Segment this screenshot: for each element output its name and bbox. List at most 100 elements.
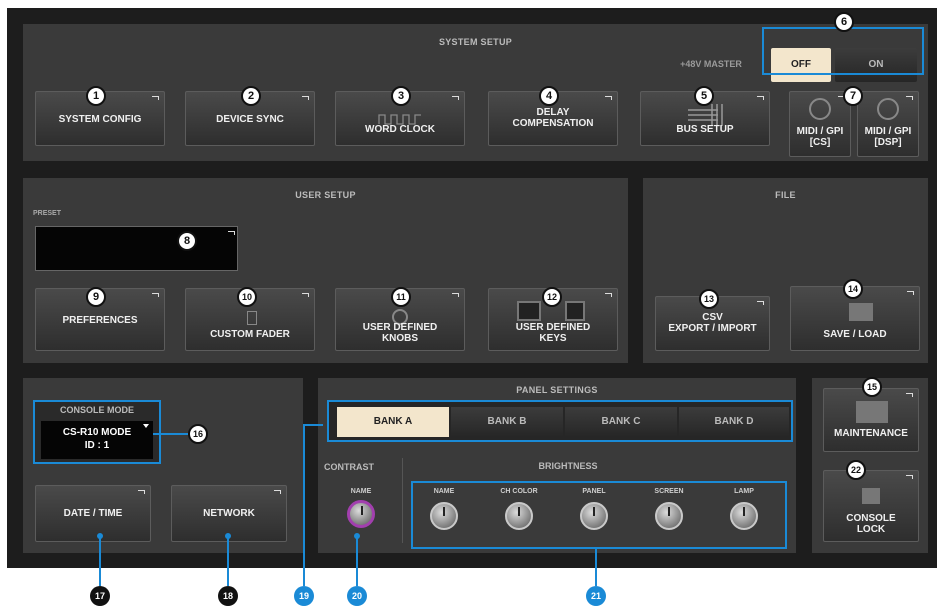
corner-icon [302,96,309,100]
brightness-knob-label: SCREEN [654,488,684,495]
brightness-panel-knob[interactable] [580,502,608,530]
bank-a-button[interactable]: BANK A [337,407,449,437]
brightness-knob-label: NAME [433,488,455,495]
brightness-knob-label: CH COLOR [500,488,538,495]
button-label: CSV EXPORT / IMPORT [668,312,757,334]
fader-icon [247,311,257,325]
preset-field[interactable] [35,226,238,271]
callout-19: 19 [294,586,314,606]
preset-label: PRESET [33,210,62,217]
corner-icon [302,293,309,297]
brightness-label: BRIGHTNESS [538,461,598,471]
button-label: DEVICE SYNC [216,114,284,125]
brightness-knob-label: PANEL [582,488,606,495]
folder-icon [856,401,888,423]
callout-17: 17 [90,586,110,606]
corner-icon [138,490,145,494]
callout-5: 5 [694,86,714,106]
phantom-master-label: +48V MASTER [680,59,742,69]
leader-line-17 [99,536,101,586]
corner-icon [906,475,913,479]
preset-corner-icon [228,231,235,235]
midi-port-icon [809,98,831,120]
callout-7: 7 [843,86,863,106]
brightness-screen-knob[interactable] [655,502,683,530]
button-label: USER DEFINED KEYS [515,322,591,344]
button-label: USER DEFINED KNOBS [362,322,438,344]
corner-icon [906,393,913,397]
brightness-knob-label: LAMP [734,488,754,495]
corner-icon [757,301,764,305]
button-label: PREFERENCES [62,315,138,326]
callout-13: 13 [699,289,719,309]
button-label: BUS SETUP [676,124,734,135]
contrast-divider [402,458,403,543]
leader-line-18 [227,536,229,586]
callout-4: 4 [539,86,559,106]
contrast-knob[interactable] [347,500,375,528]
button-label: SAVE / LOAD [823,329,887,340]
button-label: SYSTEM CONFIG [58,114,142,125]
callout-3: 3 [391,86,411,106]
file-title: FILE [775,190,796,200]
callout-8: 8 [177,231,197,251]
callout-21: 21 [586,586,606,606]
callout-6: 6 [834,12,854,32]
contrast-label: CONTRAST [324,462,374,472]
midi-gpi-dsp-button[interactable]: MIDI / GPI [DSP] [857,91,919,157]
date-time-button[interactable]: DATE / TIME [35,485,151,542]
corner-icon [152,293,159,297]
callout-1: 1 [86,86,106,106]
corner-icon [274,490,281,494]
button-label: NETWORK [203,508,255,519]
callout-9: 9 [86,287,106,307]
setup-screen: SYSTEM SETUP +48V MASTER OFF ON SYSTEM C… [7,8,937,568]
maintenance-panel: MAINTENANCE CONSOLE LOCK [812,378,928,553]
corner-icon [907,291,914,295]
callout-2: 2 [241,86,261,106]
brightness-lamp-knob[interactable] [730,502,758,530]
corner-icon [605,293,612,297]
leader-line-19 [303,424,305,586]
leader-line-20 [356,536,358,586]
corner-icon [152,96,159,100]
corner-icon [452,293,459,297]
brightness-name-knob[interactable] [430,502,458,530]
lock-icon [862,488,880,504]
file-panel: FILE CSV EXPORT / IMPORT SAVE / LOAD [643,178,928,363]
callout-14: 14 [843,279,863,299]
console-mode-value[interactable]: CS-R10 MODE ID : 1 [41,421,153,459]
callout-20: 20 [347,586,367,606]
leader-line-21 [595,549,597,586]
callout-18: 18 [218,586,238,606]
button-label: MIDI / GPI [DSP] [864,126,912,148]
midi-gpi-cs-button[interactable]: MIDI / GPI [CS] [789,91,851,157]
corner-icon [906,96,913,100]
leader-line-19-h [303,424,323,426]
dropdown-arrow-icon [143,424,149,428]
button-label: CUSTOM FADER [210,329,290,340]
callout-12: 12 [542,287,562,307]
user-setup-title: USER SETUP [295,190,356,200]
bank-c-button[interactable]: BANK C [565,407,677,437]
brightness-ch-color-knob[interactable] [505,502,533,530]
maintenance-button[interactable]: MAINTENANCE [823,388,919,452]
midi-port-icon [877,98,899,120]
panel-settings-panel: PANEL SETTINGS BANK A BANK B BANK C BANK… [318,378,796,553]
callout-15: 15 [862,377,882,397]
user-setup-panel: USER SETUP PRESET PREFERENCES CUSTOM FAD… [23,178,628,363]
callout-22: 22 [846,460,866,480]
save-load-icon [849,303,873,321]
bank-d-button[interactable]: BANK D [679,407,789,437]
console-lock-button[interactable]: CONSOLE LOCK [823,470,919,542]
corner-icon [605,96,612,100]
button-label: CONSOLE LOCK [846,513,896,535]
bank-selector: BANK A BANK B BANK C BANK D [327,400,793,442]
contrast-knob-label: NAME [350,488,372,495]
button-label: DATE / TIME [63,508,123,519]
button-label: DELAY COMPENSATION [512,107,594,129]
bank-b-button[interactable]: BANK B [451,407,563,437]
console-mode-box: CONSOLE MODE CS-R10 MODE ID : 1 [33,400,161,464]
button-label: MAINTENANCE [834,428,908,439]
phantom-highlight [762,27,924,75]
